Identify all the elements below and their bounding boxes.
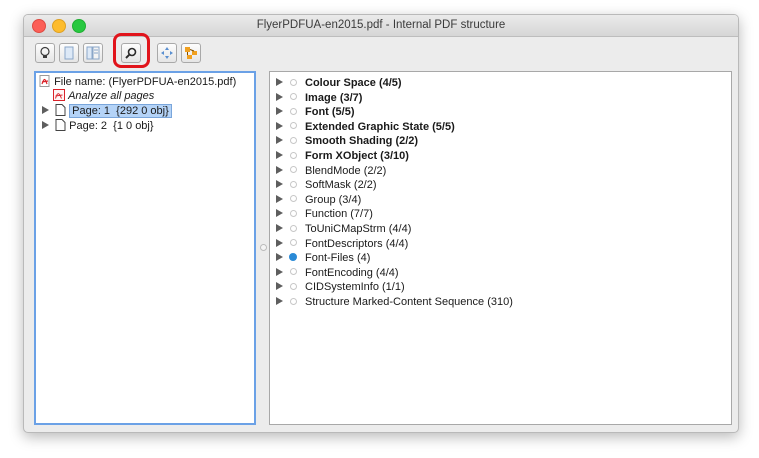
page-2-obj: {1 0 obj}	[113, 120, 154, 132]
page-icon	[55, 119, 66, 132]
resource-label: Form XObject (3/10)	[305, 150, 409, 162]
page-layout-button[interactable]	[83, 43, 103, 63]
expand-arrow-icon[interactable]	[276, 78, 283, 87]
resource-tree-item[interactable]: Structure Marked-Content Sequence (310)	[276, 295, 513, 309]
status-circle-icon	[290, 93, 297, 101]
resource-tree-item[interactable]: Colour Space (4/5)	[276, 76, 402, 90]
status-circle-icon	[290, 195, 297, 203]
document-icon	[64, 46, 74, 60]
lightbulb-icon	[40, 46, 50, 58]
resource-label: Smooth Shading (2/2)	[305, 135, 419, 148]
resource-tree-item[interactable]: Font-Files (4)	[276, 251, 370, 265]
expand-arrow-icon[interactable]	[276, 224, 283, 233]
resource-tree-item[interactable]: Font (5/5)	[276, 105, 355, 119]
status-circle-icon	[290, 282, 297, 290]
expand-arrow-icon[interactable]	[276, 267, 283, 276]
resource-tree-pane[interactable]: Colour Space (4/5) Image (3/7) Font (5/5) E…	[269, 71, 732, 425]
file-name-label: File name: (FlyerPDFUA-en2015.pdf)	[54, 76, 237, 88]
status-circle-icon	[290, 151, 297, 159]
expand-arrow-icon[interactable]	[276, 282, 283, 291]
expand-arrow-icon[interactable]	[276, 165, 283, 174]
expand-arrow-icon[interactable]	[276, 209, 283, 218]
resource-tree-item[interactable]: FontDescriptors (4/4)	[276, 237, 408, 251]
status-circle-icon	[290, 166, 297, 174]
resource-label: Colour Space (4/5)	[305, 77, 402, 89]
resource-label: ToUniCMapStrm (4/4)	[305, 223, 412, 235]
resource-tree-item[interactable]: ToUniCMapStrm (4/4)	[276, 222, 411, 236]
expand-arrow-icon[interactable]	[276, 180, 283, 189]
resource-label: SoftMask (2/2)	[305, 179, 377, 192]
status-circle-icon	[290, 268, 297, 276]
status-circle-icon	[290, 136, 297, 144]
lightbulb-button[interactable]	[35, 43, 55, 63]
status-circle-icon	[290, 297, 297, 305]
status-circle-icon	[290, 239, 297, 247]
navigation-button[interactable]	[157, 43, 177, 63]
resource-label: FontEncoding (4/4)	[305, 266, 399, 279]
info-icon	[289, 253, 297, 262]
page-tree-pane[interactable]: File name: (FlyerPDFUA-en2015.pdf) Analy…	[34, 71, 256, 425]
analyze-all-pages-row[interactable]: Analyze all pages	[53, 89, 154, 103]
window-title: FlyerPDFUA-en2015.pdf - Internal PDF str…	[256, 19, 506, 31]
status-circle-icon	[290, 224, 297, 232]
resource-label: Image (3/7)	[305, 91, 363, 104]
page-icon	[55, 104, 66, 117]
page-1-selected-label: Page: 1 {292 0 obj}	[69, 104, 172, 118]
pdf-file-icon	[39, 75, 50, 88]
analyze-all-pages-label: Analyze all pages	[68, 90, 155, 102]
resource-label: Extended Graphic State (5/5)	[305, 120, 455, 133]
page-2-label: Page: 2	[69, 120, 108, 132]
expand-arrow-icon[interactable]	[276, 107, 283, 116]
splitter-handle[interactable]	[260, 244, 267, 251]
expand-arrow-icon[interactable]	[276, 92, 283, 101]
resource-label: Structure Marked-Content Sequence (310)	[305, 296, 513, 308]
expand-arrow-icon[interactable]	[276, 136, 283, 145]
resource-tree-item[interactable]: SoftMask (2/2)	[276, 178, 377, 192]
document-button[interactable]	[59, 43, 79, 63]
resource-tree-item[interactable]: Form XObject (3/10)	[276, 149, 409, 163]
resource-tree-item[interactable]: Image (3/7)	[276, 91, 362, 105]
resource-label: Function (7/7)	[305, 208, 373, 221]
status-circle-icon	[290, 209, 297, 217]
expand-arrow-icon[interactable]	[42, 106, 49, 115]
status-circle-icon	[290, 122, 297, 130]
resource-label: FontDescriptors (4/4)	[305, 237, 409, 250]
resource-label: CIDSystemInfo (1/1)	[305, 281, 405, 294]
expand-arrow-icon[interactable]	[276, 151, 283, 160]
tree-row-page-1[interactable]: Page: 1 {292 0 obj}	[42, 104, 172, 118]
expand-arrow-icon[interactable]	[42, 121, 49, 130]
app-window: FlyerPDFUA-en2015.pdf - Internal PDF str…	[23, 14, 739, 433]
search-button-highlight	[113, 33, 150, 68]
structure-tree-icon	[185, 47, 197, 59]
acrobat-icon	[53, 89, 65, 102]
file-name-row[interactable]: File name: (FlyerPDFUA-en2015.pdf)	[39, 75, 236, 89]
resource-tree-item[interactable]: Smooth Shading (2/2)	[276, 134, 418, 148]
resource-tree-item[interactable]: Extended Graphic State (5/5)	[276, 120, 455, 134]
expand-arrow-icon[interactable]	[276, 194, 283, 203]
expand-arrow-icon[interactable]	[276, 297, 283, 306]
page-layout-icon	[86, 46, 100, 60]
navigation-arrows-icon	[161, 47, 173, 59]
structure-tree-button[interactable]	[181, 43, 201, 63]
expand-arrow-icon[interactable]	[276, 121, 283, 130]
resource-label: Font-Files (4)	[305, 252, 371, 265]
status-circle-icon	[290, 107, 297, 115]
resource-tree-item[interactable]: Function (7/7)	[276, 207, 373, 221]
resource-tree-item[interactable]: FontEncoding (4/4)	[276, 266, 399, 280]
resource-tree-item[interactable]: CIDSystemInfo (1/1)	[276, 280, 405, 294]
expand-arrow-icon[interactable]	[276, 253, 283, 262]
status-circle-icon	[290, 180, 297, 188]
tree-row-page-2[interactable]: Page: 2 {1 0 obj}	[42, 119, 154, 133]
expand-arrow-icon[interactable]	[276, 238, 283, 247]
resource-tree-item[interactable]: BlendMode (2/2)	[276, 164, 386, 178]
resource-label: BlendMode (2/2)	[305, 164, 387, 177]
resource-label: Group (3/4)	[305, 193, 362, 206]
resource-tree-item[interactable]: Group (3/4)	[276, 193, 361, 207]
resource-label: Font (5/5)	[305, 106, 355, 119]
page-1-label: Page: 1	[72, 105, 111, 117]
page-1-obj: {292 0 obj}	[116, 105, 169, 117]
status-circle-icon	[290, 78, 297, 86]
